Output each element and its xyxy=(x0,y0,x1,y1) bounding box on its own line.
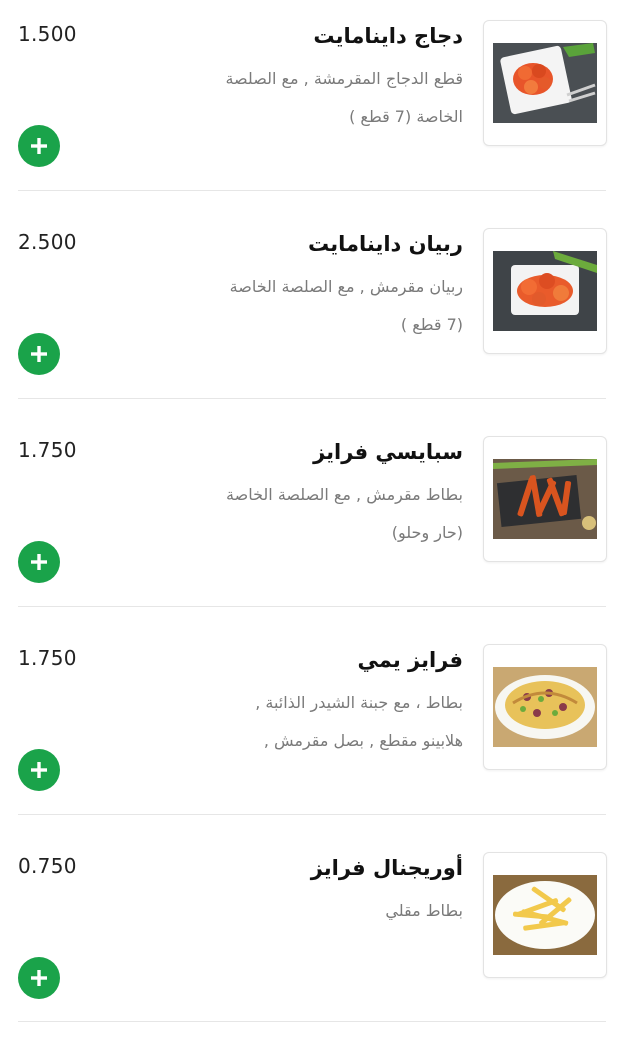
item-description-line2: الخاصة (7 قطع ) xyxy=(349,107,463,126)
divider xyxy=(18,190,606,191)
item-text: ربيان داينامايت ربيان مقرمش , مع الصلصة … xyxy=(163,226,463,344)
plus-icon xyxy=(31,346,47,362)
item-image[interactable] xyxy=(483,228,607,354)
item-price: 0.750 xyxy=(18,854,77,878)
item-description-line2: (حار وحلو) xyxy=(391,523,463,542)
item-text: فرايز يمي بطاط ، مع جبنة الشيدر الذائبة … xyxy=(163,642,463,760)
item-text: سبايسي فرايز بطاط مقرمش , مع الصلصة الخا… xyxy=(163,434,463,552)
item-description-line1: قطع الدجاج المقرمشة , مع الصلصة xyxy=(225,69,463,88)
item-description-line1: بطاط ، مع جبنة الشيدر الذائبة , xyxy=(255,693,463,712)
menu-item[interactable]: 1.750 فرايز يمي بطاط ، مع جبنة الشيدر ال… xyxy=(0,624,623,832)
add-to-cart-button[interactable] xyxy=(18,333,60,375)
item-price: 1.500 xyxy=(18,22,77,46)
divider xyxy=(18,606,606,607)
item-image[interactable] xyxy=(483,644,607,770)
item-title: ربيان داينامايت xyxy=(308,232,463,256)
add-to-cart-button[interactable] xyxy=(18,541,60,583)
menu-item[interactable]: 2.500 ربيان داينامايت ربيان مقرمش , مع ا… xyxy=(0,208,623,416)
add-to-cart-button[interactable] xyxy=(18,957,60,999)
divider xyxy=(18,1021,606,1022)
spicy-fries-photo xyxy=(493,459,597,539)
item-description-line1: ربيان مقرمش , مع الصلصة الخاصة xyxy=(229,277,463,296)
item-price: 1.750 xyxy=(18,646,77,670)
add-to-cart-button[interactable] xyxy=(18,749,60,791)
divider xyxy=(18,398,606,399)
item-text: دجاج داينامايت قطع الدجاج المقرمشة , مع … xyxy=(163,18,463,136)
item-title: سبايسي فرايز xyxy=(313,440,463,464)
item-description-line1: بطاط مقرمش , مع الصلصة الخاصة xyxy=(226,485,463,504)
add-to-cart-button[interactable] xyxy=(18,125,60,167)
item-description-line2: هلابينو مقطع , بصل مقرمش , xyxy=(263,731,463,750)
plus-icon xyxy=(31,970,47,986)
item-price: 2.500 xyxy=(18,230,77,254)
plus-icon xyxy=(31,138,47,154)
plus-icon xyxy=(31,762,47,778)
divider xyxy=(18,814,606,815)
item-title: فرايز يمي xyxy=(357,648,463,672)
item-description-line1: بطاط مقلي xyxy=(385,901,463,920)
menu-item[interactable]: 1.500 دجاج داينامايت قطع الدجاج المقرمشة… xyxy=(0,0,623,208)
item-text: أوريجنال فرايز بطاط مقلي xyxy=(163,850,463,930)
dynamite-shrimp-photo xyxy=(493,251,597,331)
item-image[interactable] xyxy=(483,20,607,146)
dynamite-chicken-photo xyxy=(493,43,597,123)
item-image[interactable] xyxy=(483,852,607,978)
item-title: أوريجنال فرايز xyxy=(310,856,463,880)
menu-item[interactable]: 0.750 أوريجنال فرايز بطاط مقلي xyxy=(0,832,623,1040)
menu-list: 1.500 دجاج داينامايت قطع الدجاج المقرمشة… xyxy=(0,0,623,1024)
item-description-line2: (7 قطع ) xyxy=(400,315,463,334)
item-title: دجاج داينامايت xyxy=(313,24,463,48)
item-image[interactable] xyxy=(483,436,607,562)
plus-icon xyxy=(31,554,47,570)
yummy-fries-photo xyxy=(493,667,597,747)
menu-item[interactable]: 1.750 سبايسي فرايز بطاط مقرمش , مع الصلص… xyxy=(0,416,623,624)
original-fries-photo xyxy=(493,875,597,955)
item-price: 1.750 xyxy=(18,438,77,462)
